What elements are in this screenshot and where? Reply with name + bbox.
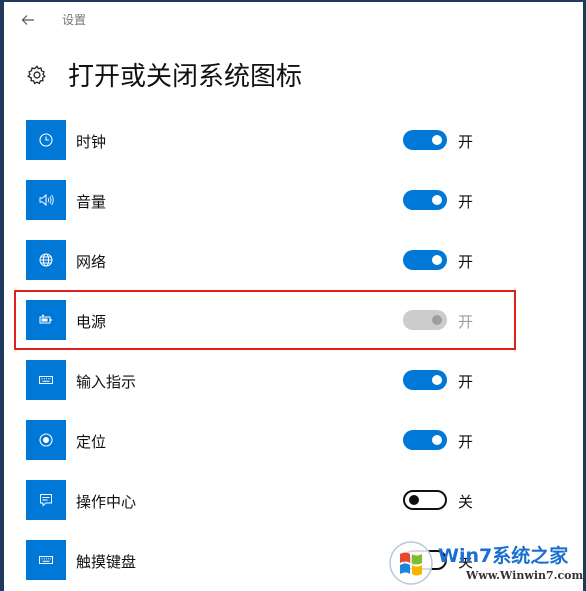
toggle-knob	[432, 255, 442, 265]
tile-volume	[26, 180, 66, 220]
setting-label: 定位	[76, 433, 107, 451]
toggle-knob	[432, 435, 442, 445]
toggle-state-label: 开	[458, 193, 474, 211]
gear-icon	[27, 65, 46, 85]
setting-row-action-center: 操作中心 关	[26, 480, 496, 520]
tile-network	[26, 240, 66, 280]
toggle-state-label: 开	[458, 433, 474, 451]
setting-row-network: 网络 开	[26, 240, 496, 280]
setting-label: 音量	[76, 193, 107, 211]
toggle-knob	[432, 375, 442, 385]
highlight-box	[14, 290, 516, 350]
tile-clock	[26, 120, 66, 160]
setting-label: 操作中心	[76, 493, 137, 511]
watermark-url: Www.Winwin7.com	[466, 569, 584, 582]
touch-keyboard-icon	[39, 556, 53, 564]
windows-logo-icon	[389, 541, 433, 585]
clock-icon	[39, 133, 53, 147]
location-icon	[39, 433, 53, 447]
tile-touch-keyboard	[26, 540, 66, 580]
setting-label: 时钟	[76, 133, 107, 151]
toggle-clock[interactable]	[403, 130, 447, 150]
setting-label: 触摸键盘	[76, 553, 137, 571]
setting-row-volume: 音量 开	[26, 180, 496, 220]
tile-location	[26, 420, 66, 460]
toggle-knob	[432, 195, 442, 205]
app-title: 设置	[62, 13, 87, 27]
setting-row-clock: 时钟 开	[26, 120, 496, 160]
toggle-knob	[409, 495, 419, 505]
toggle-state-label: 关	[458, 493, 474, 511]
toggle-location[interactable]	[403, 430, 447, 450]
toggle-state-label: 开	[458, 133, 474, 151]
setting-row-input-indicator: 输入指示 开	[26, 360, 496, 400]
window-border-left	[0, 0, 4, 591]
action-center-icon	[40, 494, 52, 507]
tile-action-center	[26, 480, 66, 520]
page-title: 打开或关闭系统图标	[68, 62, 303, 92]
setting-row-location: 定位 开	[26, 420, 496, 460]
toggle-volume[interactable]	[403, 190, 447, 210]
toggle-input-indicator[interactable]	[403, 370, 447, 390]
volume-icon	[39, 193, 54, 207]
toggle-knob	[432, 135, 442, 145]
tile-input-indicator	[26, 360, 66, 400]
toggle-state-label: 开	[458, 253, 474, 271]
toggle-action-center[interactable]	[403, 490, 447, 510]
watermark-brand: Win7系统之家	[438, 545, 569, 567]
back-arrow-icon	[21, 15, 34, 25]
toggle-state-label: 开	[458, 373, 474, 391]
setting-label: 网络	[76, 253, 107, 271]
network-icon	[39, 253, 53, 267]
toggle-network[interactable]	[403, 250, 447, 270]
back-button[interactable]	[16, 8, 40, 32]
watermark: Win7系统之家 Www.Winwin7.com	[388, 538, 584, 590]
keyboard-icon	[39, 376, 53, 384]
title-bar: 设置	[4, 2, 582, 36]
setting-label: 输入指示	[76, 373, 137, 391]
